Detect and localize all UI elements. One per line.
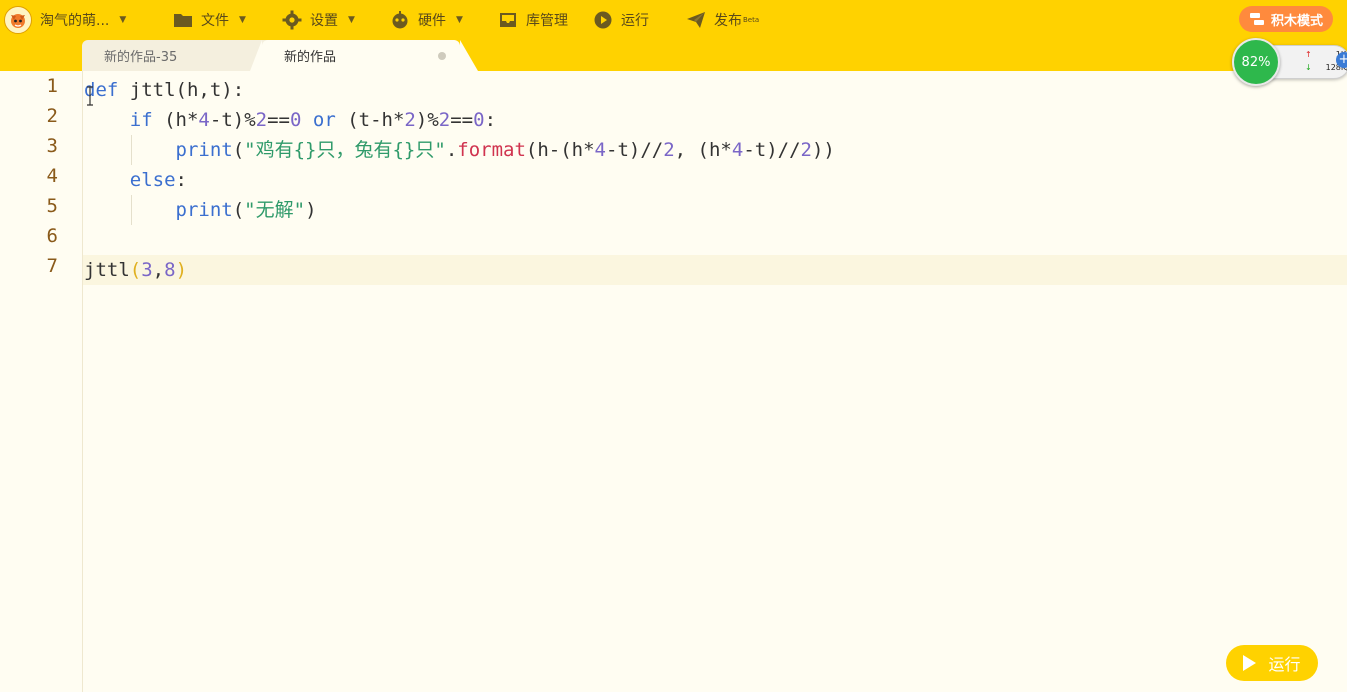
arrow-down-icon: ↓ <box>1305 63 1312 72</box>
play-icon <box>1243 655 1257 671</box>
block-mode-button[interactable]: 积木模式 <box>1238 6 1333 32</box>
run-menu-label: 运行 <box>621 13 649 29</box>
run-button-label: 运行 <box>1268 655 1301 674</box>
code-line[interactable]: else: <box>84 165 187 195</box>
fox-avatar-icon <box>11 14 25 28</box>
line-number: 1 <box>46 75 58 97</box>
code-line[interactable]: jttl(3,8) <box>84 255 187 285</box>
network-speed-widget[interactable]: ↑ 1K/s ↓ 128K/s 82% + <box>1232 38 1347 86</box>
line-number: 3 <box>46 135 58 157</box>
publish-menu[interactable]: 发布 Beta <box>686 0 759 40</box>
hardware-menu-label: 硬件 <box>418 13 446 29</box>
play-circle-icon <box>594 11 612 29</box>
user-name: 淘气的萌... <box>40 13 110 29</box>
user-menu[interactable]: 淘气的萌... ▼ <box>4 0 126 40</box>
file-menu[interactable]: 文件 ▼ <box>173 0 246 40</box>
publish-menu-label: 发布 <box>714 13 742 29</box>
tab-label: 新的作品-35 <box>104 50 178 65</box>
chevron-down-icon: ▼ <box>348 15 355 25</box>
gutter-divider <box>82 71 83 692</box>
tab-status-dot[interactable] <box>438 52 446 60</box>
chevron-down-icon: ▼ <box>119 15 127 25</box>
robot-icon <box>392 11 408 29</box>
code-line[interactable]: print("鸡有{}只，兔有{}只".format(h-(h*4-t)//2,… <box>84 135 835 165</box>
current-line-highlight <box>83 255 1347 285</box>
line-number: 6 <box>46 225 58 247</box>
line-number: 4 <box>46 165 58 187</box>
chevron-down-icon: ▼ <box>456 15 463 25</box>
hardware-menu[interactable]: 硬件 ▼ <box>390 0 463 40</box>
settings-menu[interactable]: 设置 ▼ <box>282 0 355 40</box>
tab-label: 新的作品 <box>284 50 337 65</box>
top-menu-bar: 淘气的萌... ▼ 文件 ▼ 设置 ▼ 硬件 ▼ 库管理 运行 发布 Beta … <box>0 0 1347 40</box>
tab-new-work[interactable]: 新的作品 <box>250 40 478 71</box>
inbox-icon <box>500 13 516 27</box>
block-mode-label: 积木模式 <box>1270 13 1323 29</box>
code-line[interactable]: print("无解") <box>84 195 317 225</box>
folder-icon <box>174 14 192 27</box>
line-number: 2 <box>46 105 58 127</box>
library-menu[interactable]: 库管理 <box>498 0 568 40</box>
chevron-down-icon: ▼ <box>239 15 246 25</box>
editor-tab-bar: 新的作品-35 新的作品 <box>0 40 1347 71</box>
gear-icon <box>282 10 302 30</box>
plus-icon[interactable]: + <box>1336 52 1347 68</box>
code-line[interactable]: if (h*4-t)%2==0 or (t-h*2)%2==0: <box>84 105 496 135</box>
code-line[interactable]: def jttl(h,t): <box>84 75 244 105</box>
file-menu-label: 文件 <box>201 13 229 29</box>
memory-percent: 82% <box>1241 54 1271 70</box>
line-number: 7 <box>46 255 58 277</box>
line-number: 5 <box>46 195 58 217</box>
text-cursor-icon <box>87 86 93 106</box>
paper-plane-icon <box>687 12 705 28</box>
settings-menu-label: 设置 <box>310 13 338 29</box>
run-menu[interactable]: 运行 <box>593 0 649 40</box>
run-button[interactable]: 运行 <box>1226 645 1318 681</box>
memory-percent-ring[interactable]: 82% <box>1232 38 1280 86</box>
avatar <box>4 6 32 34</box>
beta-badge: Beta <box>743 16 760 24</box>
library-menu-label: 库管理 <box>526 13 568 29</box>
blocks-icon <box>1249 13 1264 25</box>
arrow-up-icon: ↑ <box>1305 50 1312 59</box>
